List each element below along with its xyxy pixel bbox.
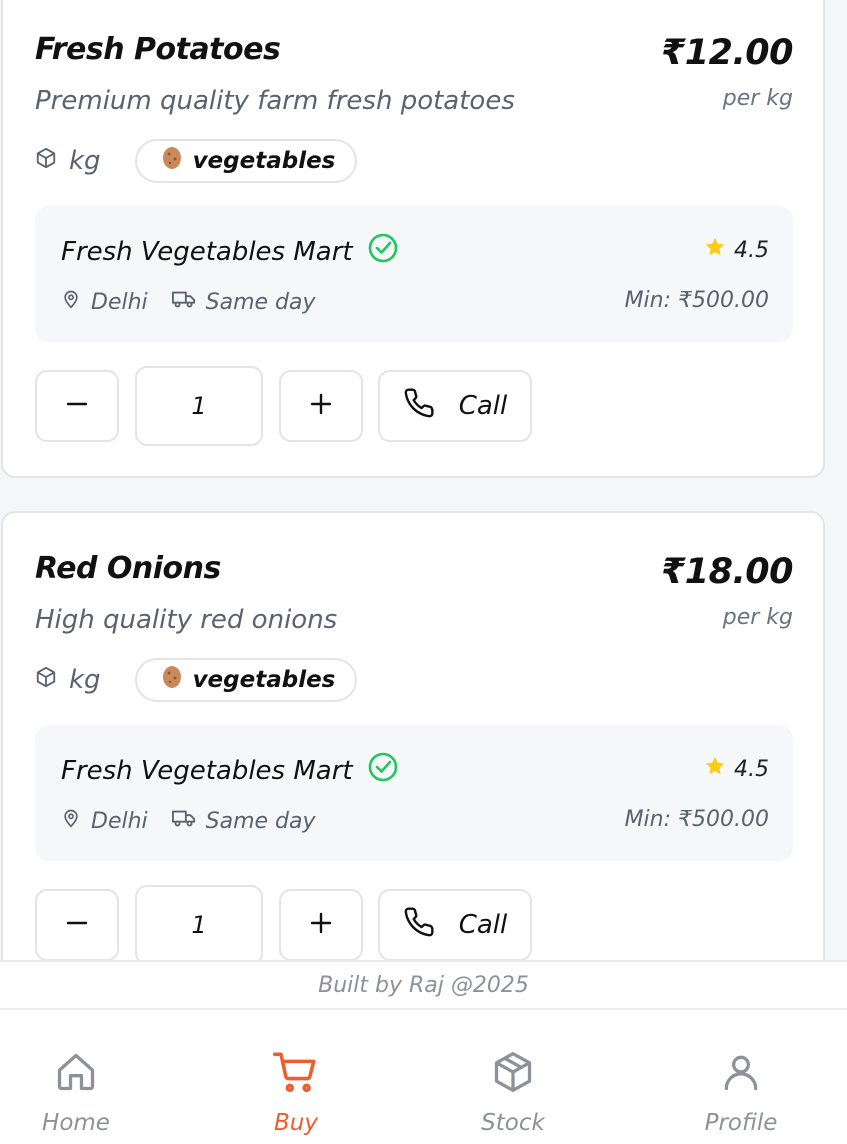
- min-order: Min: ₹500.00: [624, 288, 769, 313]
- user-icon: [719, 1050, 763, 1100]
- call-button[interactable]: Call: [378, 889, 532, 960]
- quantity-input[interactable]: 1: [135, 366, 263, 446]
- product-description: High quality red onions: [35, 605, 338, 635]
- star-icon: [704, 755, 726, 783]
- truck-icon: [171, 289, 196, 315]
- product-meta: kg vegetables: [35, 139, 358, 183]
- product-title: Fresh Potatoes: [35, 32, 281, 67]
- seller-name: Fresh Vegetables Mart: [61, 236, 353, 267]
- verified-icon: [367, 232, 399, 271]
- seller-info: Fresh Vegetables Mart 4.5 Delhi Same day…: [35, 206, 793, 342]
- unit-info: kg: [35, 146, 101, 176]
- nav-label: Stock: [481, 1110, 545, 1136]
- plus-icon: [309, 392, 333, 420]
- nav-item-profile[interactable]: Profile: [681, 1050, 801, 1136]
- verified-icon: [367, 751, 399, 790]
- quantity-input[interactable]: 1: [135, 885, 263, 960]
- call-label: Call: [458, 391, 508, 421]
- potato-icon: [161, 665, 183, 695]
- phone-icon: [403, 906, 435, 945]
- seller-name-row[interactable]: Fresh Vegetables Mart: [61, 751, 399, 790]
- price-unit: per kg: [722, 86, 793, 111]
- product-meta: kg vegetables: [35, 658, 358, 702]
- star-icon: [704, 236, 726, 264]
- increase-quantity-button[interactable]: [279, 889, 363, 960]
- home-icon: [54, 1050, 98, 1100]
- unit-label: kg: [69, 146, 101, 176]
- category-label: vegetables: [192, 148, 336, 174]
- rating-value: 4.5: [734, 756, 769, 782]
- price-unit: per kg: [722, 605, 793, 630]
- product-price: ₹12.00: [660, 33, 794, 73]
- product-card: Red Onions High quality red onions ₹18.0…: [1, 511, 825, 960]
- unit-info: kg: [35, 665, 101, 695]
- nav-label: Buy: [274, 1110, 318, 1136]
- min-order: Min: ₹500.00: [624, 807, 769, 832]
- seller-info: Fresh Vegetables Mart 4.5 Delhi Same day…: [35, 725, 793, 861]
- call-label: Call: [458, 910, 508, 940]
- cart-icon: [273, 1050, 319, 1100]
- box-icon: [491, 1050, 535, 1100]
- category-label: vegetables: [192, 667, 336, 693]
- unit-label: kg: [69, 665, 101, 695]
- delivery: Same day: [171, 289, 316, 315]
- seller-meta: Delhi Same day: [61, 807, 340, 835]
- seller-name: Fresh Vegetables Mart: [61, 755, 353, 786]
- minus-icon: [65, 392, 89, 420]
- call-button[interactable]: Call: [378, 370, 532, 442]
- product-title: Red Onions: [35, 551, 221, 586]
- plus-icon: [309, 911, 333, 939]
- increase-quantity-button[interactable]: [279, 370, 363, 442]
- minus-icon: [65, 911, 89, 939]
- decrease-quantity-button[interactable]: [35, 889, 119, 960]
- delivery-label: Same day: [205, 808, 316, 834]
- phone-icon: [403, 387, 435, 426]
- nav-label: Profile: [704, 1110, 778, 1136]
- product-description: Premium quality farm fresh potatoes: [35, 86, 515, 116]
- product-card: Fresh Potatoes Premium quality farm fres…: [1, 0, 825, 478]
- location: Delhi: [61, 288, 148, 316]
- category-chip[interactable]: vegetables: [134, 658, 358, 702]
- nav-label: Home: [42, 1110, 110, 1136]
- decrease-quantity-button[interactable]: [35, 370, 119, 442]
- seller-rating: 4.5: [704, 236, 769, 264]
- product-list: Fresh Potatoes Premium quality farm fres…: [0, 0, 847, 960]
- product-price: ₹18.00: [660, 552, 794, 592]
- potato-icon: [161, 146, 183, 176]
- nav-item-buy[interactable]: Buy: [236, 1050, 356, 1136]
- seller-rating: 4.5: [704, 755, 769, 783]
- nav-item-home[interactable]: Home: [16, 1050, 136, 1136]
- seller-meta: Delhi Same day: [61, 288, 340, 316]
- delivery: Same day: [171, 808, 316, 834]
- package-icon: [35, 665, 57, 695]
- bottom-nav: Home Buy Stock Profile: [0, 1010, 847, 1144]
- location-label: Delhi: [91, 289, 148, 315]
- rating-value: 4.5: [734, 237, 769, 263]
- category-chip[interactable]: vegetables: [134, 139, 358, 183]
- location-label: Delhi: [91, 808, 148, 834]
- location-pin-icon: [61, 288, 81, 316]
- location-pin-icon: [61, 807, 81, 835]
- footer-credit: Built by Raj @2025: [0, 960, 847, 1010]
- truck-icon: [171, 808, 196, 834]
- seller-name-row[interactable]: Fresh Vegetables Mart: [61, 232, 399, 271]
- nav-item-stock[interactable]: Stock: [453, 1050, 573, 1136]
- location: Delhi: [61, 807, 148, 835]
- delivery-label: Same day: [205, 289, 316, 315]
- package-icon: [35, 146, 57, 176]
